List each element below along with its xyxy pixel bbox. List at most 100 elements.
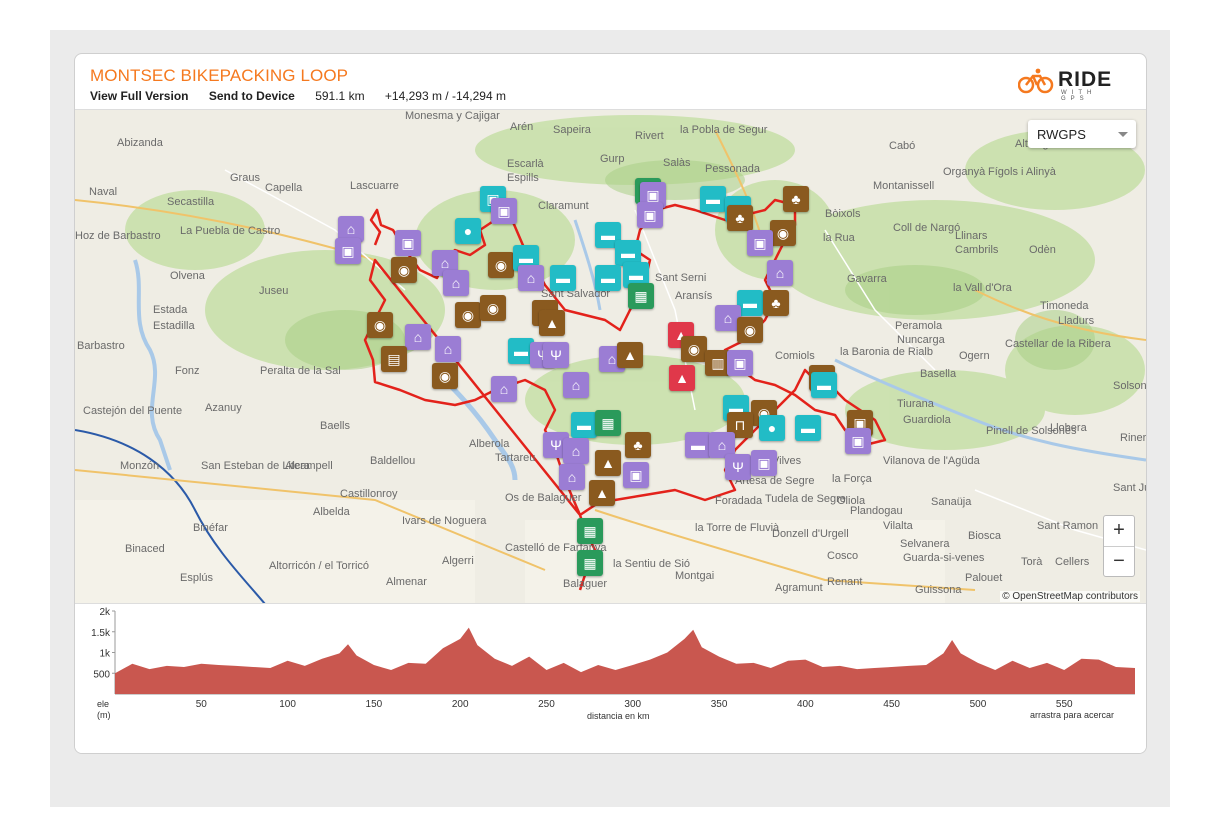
- bus-marker-icon[interactable]: ▦: [577, 550, 603, 576]
- map-label: Rivert: [635, 130, 664, 142]
- drink-marker-icon[interactable]: ▤: [381, 346, 407, 372]
- tree-marker-icon[interactable]: ♣: [727, 205, 753, 231]
- map-label: Aransís: [675, 290, 713, 302]
- map-label: Pinell de Solsonès: [986, 425, 1077, 437]
- shopping-marker-icon[interactable]: ▣: [845, 428, 871, 454]
- lodging-marker-icon[interactable]: ▬: [811, 372, 837, 398]
- lodging-marker-icon[interactable]: ▬: [685, 432, 711, 458]
- elevation-x-tick-label: 350: [711, 699, 728, 710]
- landmark-marker-icon[interactable]: ⌂: [767, 260, 793, 286]
- lodging-marker-icon[interactable]: ▬: [700, 186, 726, 212]
- elevation-profile[interactable]: 2k 1.5k 1k 500 50 100 150 200 250 300 350 400 450 50…: [75, 603, 1146, 753]
- landmark-marker-icon[interactable]: ⌂: [563, 438, 589, 464]
- food-marker-icon[interactable]: Ψ: [725, 454, 751, 480]
- camping-marker-icon[interactable]: ▲: [595, 450, 621, 476]
- zoom-out-button[interactable]: −: [1104, 547, 1134, 577]
- landmark-marker-icon[interactable]: ⌂: [563, 372, 589, 398]
- bus-marker-icon[interactable]: ▦: [577, 518, 603, 544]
- food-marker-icon[interactable]: Ψ: [543, 342, 569, 368]
- camera-marker-icon[interactable]: ◉: [681, 336, 707, 362]
- landmark-marker-icon[interactable]: ⌂: [435, 336, 461, 362]
- map-label: Organyà: [943, 166, 986, 178]
- camera-marker-icon[interactable]: ◉: [488, 252, 514, 278]
- route-title[interactable]: MONTSEC BIKEPACKING LOOP: [90, 66, 348, 86]
- elevation-x-tick-label: 550: [1056, 699, 1073, 710]
- map-label: Plandogau: [850, 505, 903, 517]
- elevation-x-tick-label: 200: [452, 699, 469, 710]
- camping-marker-icon[interactable]: ▲: [539, 310, 565, 336]
- camping-marker-icon[interactable]: ▲: [617, 342, 643, 368]
- shopping-marker-icon[interactable]: ▣: [727, 350, 753, 376]
- camera-marker-icon[interactable]: ◉: [770, 220, 796, 246]
- elevation-x-tick-label: 300: [624, 699, 641, 710]
- shopping-marker-icon[interactable]: ▣: [335, 238, 361, 264]
- lodging-marker-icon[interactable]: ▬: [795, 415, 821, 441]
- shopping-marker-icon[interactable]: ▣: [747, 230, 773, 256]
- map-label: Cambrils: [955, 244, 999, 256]
- landmark-marker-icon[interactable]: ⌂: [559, 464, 585, 490]
- map-label: Agramunt: [775, 582, 823, 594]
- water-marker-icon[interactable]: ●: [455, 218, 481, 244]
- camera-marker-icon[interactable]: ◉: [391, 257, 417, 283]
- bus-marker-icon[interactable]: ▦: [628, 283, 654, 309]
- map-attribution[interactable]: © OpenStreetMap contributors: [1000, 591, 1140, 602]
- map-label: Fígols i Alinyà: [988, 166, 1056, 178]
- map-label: la Força: [832, 473, 872, 485]
- map-label: Vilalta: [883, 520, 913, 532]
- map-layer-select[interactable]: RWGPS: [1028, 120, 1136, 148]
- map-label: Selvanera: [900, 538, 950, 550]
- camera-marker-icon[interactable]: ◉: [737, 317, 763, 343]
- shopping-marker-icon[interactable]: ▣: [623, 462, 649, 488]
- map-label: Tartareu: [495, 452, 536, 464]
- tree-marker-icon[interactable]: ♣: [783, 186, 809, 212]
- camera-marker-icon[interactable]: ◉: [455, 302, 481, 328]
- map-label: Secastilla: [167, 196, 215, 208]
- shopping-marker-icon[interactable]: ▣: [751, 450, 777, 476]
- landmark-marker-icon[interactable]: ⌂: [518, 265, 544, 291]
- send-to-device-link[interactable]: Send to Device: [209, 89, 295, 103]
- route-map[interactable]: Abizanda Naval Graus Capella Lascuarre S…: [75, 109, 1146, 604]
- tree-marker-icon[interactable]: ♣: [625, 432, 651, 458]
- bus-marker-icon[interactable]: ▦: [595, 410, 621, 436]
- map-label: Biosca: [968, 530, 1002, 542]
- zoom-control: + −: [1103, 515, 1135, 577]
- map-label: Esplús: [180, 572, 214, 584]
- shopping-marker-icon[interactable]: ▣: [637, 202, 663, 228]
- lodging-marker-icon[interactable]: ▬: [595, 265, 621, 291]
- map-label: Espills: [507, 172, 539, 184]
- elevation-chart: 2k 1.5k 1k 500 50 100 150 200 250 300 350 400 450 50…: [91, 607, 1135, 710]
- camera-marker-icon[interactable]: ◉: [367, 312, 393, 338]
- water-marker-icon[interactable]: ●: [759, 415, 785, 441]
- zoom-in-button[interactable]: +: [1104, 516, 1134, 547]
- lodging-marker-icon[interactable]: ▬: [571, 412, 597, 438]
- map-label: Castillonroy: [340, 488, 398, 500]
- cyclist-icon: [1017, 68, 1054, 94]
- view-full-version-link[interactable]: View Full Version: [90, 89, 188, 103]
- map-label: Sanaüja: [931, 496, 972, 508]
- shopping-marker-icon[interactable]: ▣: [491, 198, 517, 224]
- landmark-marker-icon[interactable]: ⌂: [443, 270, 469, 296]
- map-label: Cellers: [1055, 556, 1090, 568]
- camera-marker-icon[interactable]: ◉: [480, 295, 506, 321]
- camping-marker-icon[interactable]: ▲: [589, 480, 615, 506]
- map-label: Palouet: [965, 572, 1003, 584]
- summit-marker-icon[interactable]: ▲: [669, 365, 695, 391]
- map-label: Binaced: [125, 543, 165, 555]
- map-label: Timoneda: [1040, 300, 1089, 312]
- shopping-marker-icon[interactable]: ▣: [395, 230, 421, 256]
- landmark-marker-icon[interactable]: ⌂: [405, 324, 431, 350]
- map-label: Bòixols: [825, 208, 861, 220]
- lodging-marker-icon[interactable]: ▬: [550, 265, 576, 291]
- landmark-marker-icon[interactable]: ⌂: [491, 376, 517, 402]
- map-label: Balaguer: [563, 578, 608, 590]
- chevron-down-icon: [1118, 132, 1128, 137]
- map-label: Torà: [1021, 556, 1043, 568]
- map-label: Graus: [230, 172, 260, 184]
- elevation-area: [115, 627, 1135, 694]
- map-label: Naval: [89, 186, 118, 198]
- map-label: Salàs: [663, 157, 691, 169]
- elevation-x-label: distancia en km: [587, 711, 650, 721]
- ride-with-gps-logo[interactable]: RIDE WITH GPS: [1017, 68, 1128, 102]
- tree-marker-icon[interactable]: ♣: [763, 290, 789, 316]
- camera-marker-icon[interactable]: ◉: [432, 363, 458, 389]
